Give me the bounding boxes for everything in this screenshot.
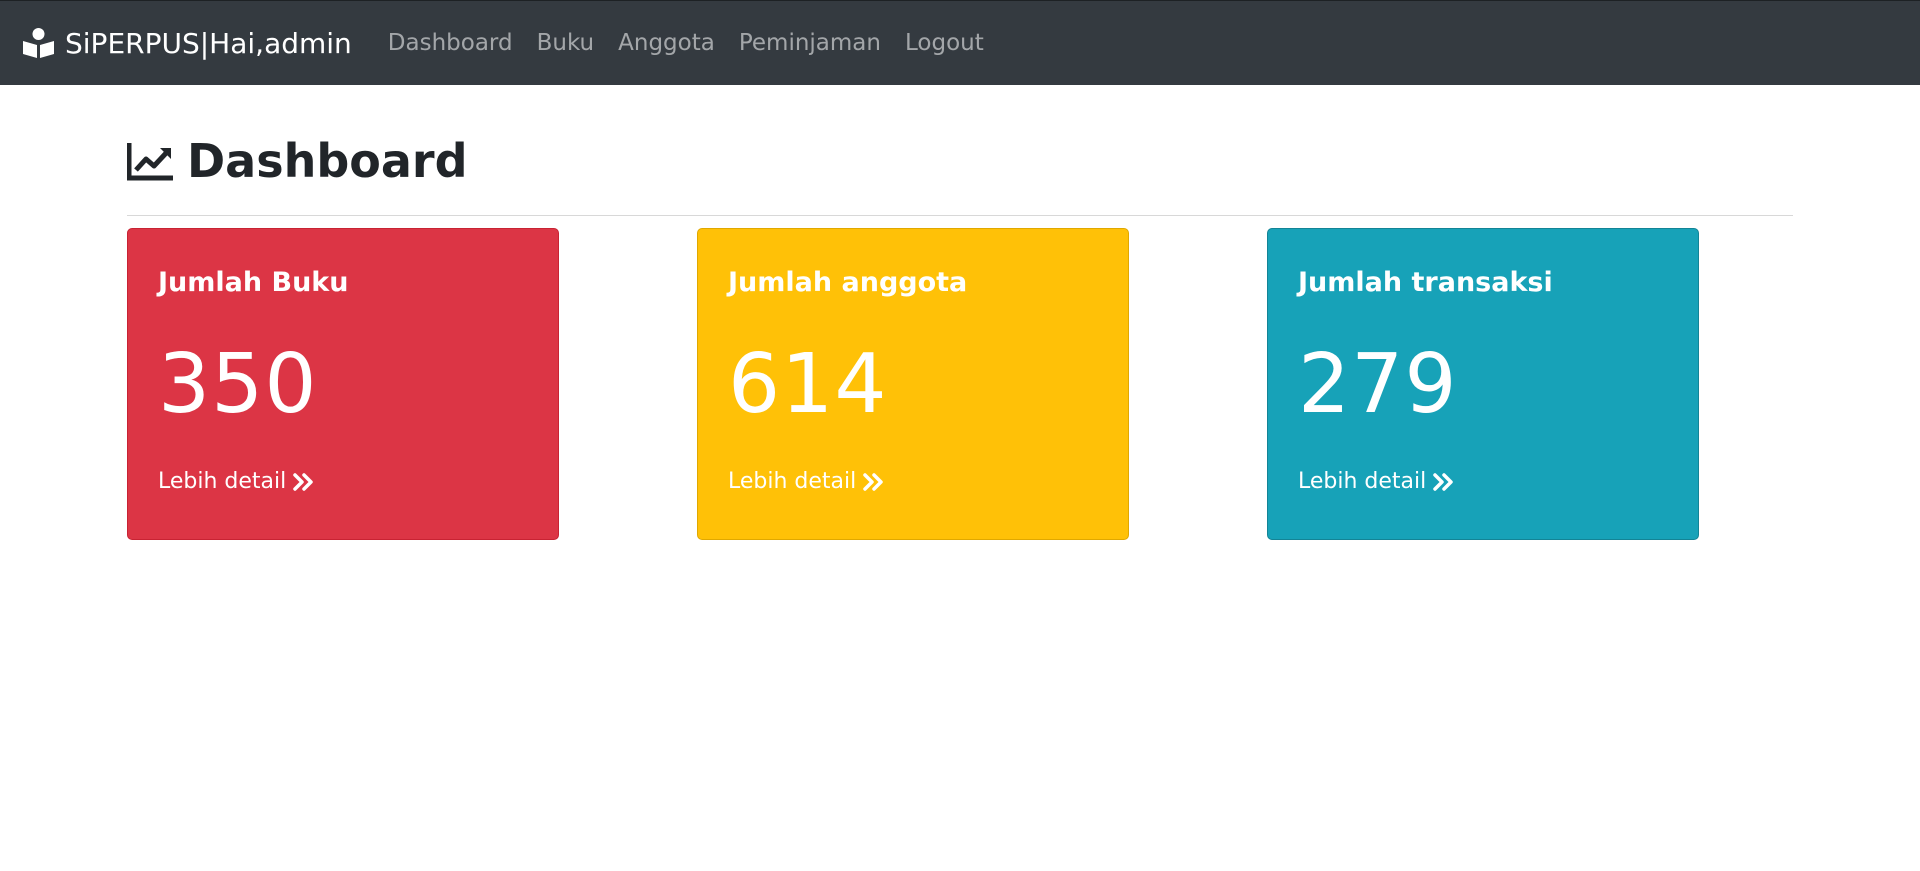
brand-link[interactable]: SiPERPUS|Hai,admin xyxy=(22,27,352,60)
top-navbar: SiPERPUS|Hai,admin Dashboard Buku Anggot… xyxy=(0,0,1920,85)
detail-link-label: Lebih detail xyxy=(728,469,857,494)
stats-cards: Jumlah Buku 350 Lebih detail Jumlah angg… xyxy=(127,228,1793,540)
main-container: Dashboard Jumlah Buku 350 Lebih detail J… xyxy=(127,85,1793,540)
card-title: Jumlah anggota xyxy=(728,267,968,298)
nav-link-dashboard[interactable]: Dashboard xyxy=(388,30,513,56)
double-chevron-right-icon xyxy=(293,472,314,491)
double-chevron-right-icon xyxy=(1433,472,1454,491)
title-divider xyxy=(127,215,1793,216)
nav-link-buku[interactable]: Buku xyxy=(537,30,595,56)
card-value: 614 xyxy=(728,337,888,432)
page-title: Dashboard xyxy=(187,134,468,188)
brand-text: SiPERPUS|Hai,admin xyxy=(65,26,352,60)
nav-link-peminjaman[interactable]: Peminjaman xyxy=(739,30,881,56)
detail-link-transaksi[interactable]: Lebih detail xyxy=(1298,469,1668,494)
card-jumlah-buku: Jumlah Buku 350 Lebih detail xyxy=(127,228,559,540)
detail-link-anggota[interactable]: Lebih detail xyxy=(728,469,1098,494)
card-title: Jumlah Buku xyxy=(158,267,349,298)
reader-book-icon xyxy=(23,28,54,58)
nav-link-logout[interactable]: Logout xyxy=(905,30,984,56)
detail-link-label: Lebih detail xyxy=(1298,469,1427,494)
card-value: 279 xyxy=(1298,337,1458,432)
card-value: 350 xyxy=(158,337,318,432)
card-jumlah-anggota: Jumlah anggota 614 Lebih detail xyxy=(697,228,1129,540)
nav-menu: Dashboard Buku Anggota Peminjaman Logout xyxy=(388,30,1008,56)
chart-line-icon xyxy=(127,143,173,181)
card-jumlah-transaksi: Jumlah transaksi 279 Lebih detail xyxy=(1267,228,1699,540)
page-heading: Dashboard xyxy=(127,125,1793,197)
detail-link-label: Lebih detail xyxy=(158,469,287,494)
double-chevron-right-icon xyxy=(863,472,884,491)
card-title: Jumlah transaksi xyxy=(1298,267,1553,298)
detail-link-buku[interactable]: Lebih detail xyxy=(158,469,528,494)
nav-link-anggota[interactable]: Anggota xyxy=(618,30,715,56)
